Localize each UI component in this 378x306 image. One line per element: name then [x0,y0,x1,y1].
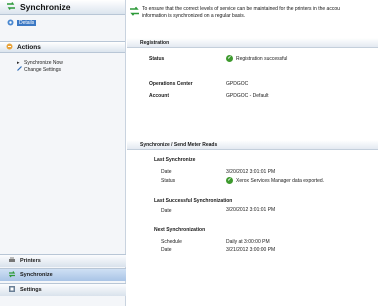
last-success-date: 3/20/2012 3:01:01 PM [226,207,276,213]
change-settings-action[interactable]: Change Settings [17,66,125,73]
nav-settings[interactable]: Settings [0,283,126,296]
sync-header: Synchronize / Send Meter Reads [127,140,378,150]
schedule-label: Schedule [161,239,182,245]
ops-value: GPDGOC [226,81,249,87]
actions-title: Actions [17,43,41,51]
check-icon: ✓ [226,55,233,62]
sidebar-item-details[interactable]: Details [7,19,119,27]
nav-label: Synchronize [20,272,53,278]
next-date: 3/21/2012 3:00:00 PM [226,247,276,253]
nav-synchronize[interactable]: Synchronize [0,268,126,281]
next-sync-title: Next Synchronization [154,227,206,233]
registration-title: Registration [140,39,170,46]
check-icon: ✓ [226,177,233,184]
last-success-title: Last Successful Synchronization [154,198,233,204]
main-content: To ensure that the correct levels of ser… [127,0,378,306]
next-date-label: Date [161,247,172,253]
actions-icon [6,43,13,52]
sync-icon [8,270,16,280]
action-label: Synchronize Now [24,59,63,66]
status-text: Registration successful [236,55,288,62]
synchronize-now-action[interactable]: ▸ Synchronize Now [17,59,125,66]
printer-icon [8,256,16,266]
account-label: Account [149,93,169,99]
last-sync-date: 3/20/2012 3:01:01 PM [226,169,276,175]
details-icon [7,19,14,28]
sidebar-header: Synchronize [0,0,125,15]
account-value: GPDGOC - Default [226,93,269,99]
status-value: ✓ Registration successful [226,55,287,62]
last-sync-title: Last Synchronize [154,157,196,163]
sync-arrows-icon [6,1,16,13]
pencil-icon [17,66,22,73]
sidebar-item-label: Details [17,20,37,26]
sync-arrows-icon [129,6,140,20]
last-sync-status-text: Xerox Services Manager data exported. [236,177,325,184]
last-success-date-label: Date [161,208,172,214]
last-sync-status-label: Status [161,178,176,184]
schedule-value: Daily at 3:00:00 PM [226,239,270,245]
settings-icon [8,285,16,295]
sync-title: Synchronize / Send Meter Reads [140,141,218,148]
status-label: Status [149,56,165,62]
nav-label: Printers [20,258,41,264]
nav-printers[interactable]: Printers [0,254,126,267]
ops-label: Operations Center [149,81,193,87]
actions-header: Actions [0,41,125,53]
banner-line-2: information is synchronized on a regular… [142,12,246,19]
action-label: Change Settings [24,66,61,73]
last-sync-date-label: Date [161,169,172,175]
info-banner: To ensure that the correct levels of ser… [127,0,378,30]
registration-header: Registration [127,38,378,48]
last-sync-status: ✓ Xerox Services Manager data exported. [226,177,324,184]
nav-label: Settings [20,287,42,293]
triangle-bullet-icon: ▸ [17,59,20,66]
sidebar-title: Synchronize [20,2,71,12]
